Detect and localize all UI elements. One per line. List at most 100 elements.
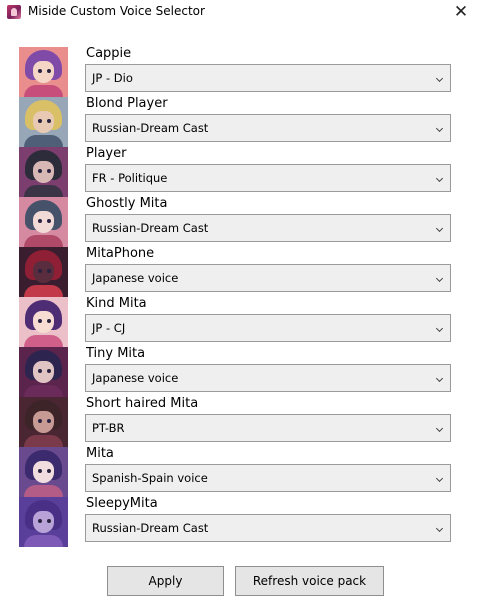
- character-name: MitaPhone: [86, 246, 155, 261]
- chevron-down-icon: [435, 424, 444, 433]
- title-bar: Miside Custom Voice Selector ✕: [0, 0, 478, 24]
- app-icon: [7, 5, 21, 19]
- avatar-body: [24, 535, 63, 547]
- chevron-down-icon: [435, 74, 444, 83]
- voice-dropdown-value: Russian-Dream Cast: [92, 521, 209, 535]
- chevron-down-icon: [435, 474, 444, 483]
- avatar-eye: [38, 69, 42, 73]
- chevron-down-icon: [435, 374, 444, 383]
- character-row: Ghostly Mita Russian-Dream Cast: [0, 196, 478, 247]
- avatar-face: [33, 211, 54, 233]
- voice-dropdown[interactable]: JP - Dio: [85, 64, 451, 92]
- avatar-body: [24, 185, 63, 197]
- avatar-body: [24, 335, 63, 347]
- avatar-body: [24, 235, 63, 247]
- avatar-eye: [47, 469, 51, 473]
- avatar-body: [24, 85, 63, 97]
- chevron-down-icon: [435, 124, 444, 133]
- chevron-down-icon: [435, 174, 444, 183]
- character-row: Mita Spanish-Spain voice: [0, 446, 478, 497]
- voice-dropdown[interactable]: Russian-Dream Cast: [85, 114, 451, 142]
- character-name: Tiny Mita: [86, 346, 146, 361]
- avatar-face: [33, 61, 54, 83]
- character-avatar: [19, 447, 68, 497]
- avatar-eye: [38, 519, 42, 523]
- character-row: SleepyMita Russian-Dream Cast: [0, 496, 478, 547]
- avatar-eye: [38, 169, 42, 173]
- avatar-eye: [47, 219, 51, 223]
- avatar-body: [24, 285, 63, 297]
- avatar-eye: [38, 369, 42, 373]
- avatar-face: [33, 261, 54, 283]
- voice-dropdown[interactable]: Russian-Dream Cast: [85, 514, 451, 542]
- voice-dropdown-value: FR - Politique: [92, 171, 168, 185]
- avatar-eye: [47, 319, 51, 323]
- voice-dropdown-value: JP - Dio: [92, 71, 133, 85]
- character-row: Player FR - Politique: [0, 146, 478, 197]
- avatar-body: [24, 435, 63, 447]
- avatar-face: [33, 111, 54, 133]
- character-name: Mita: [86, 446, 114, 461]
- character-avatar: [19, 297, 68, 347]
- window-title: Miside Custom Voice Selector: [28, 4, 205, 18]
- voice-dropdown-value: Spanish-Spain voice: [92, 471, 208, 485]
- character-row: Tiny Mita Japanese voice: [0, 346, 478, 397]
- character-avatar: [19, 497, 68, 547]
- avatar-face: [33, 411, 54, 433]
- character-name: Ghostly Mita: [86, 196, 168, 211]
- voice-dropdown-value: Russian-Dream Cast: [92, 221, 209, 235]
- avatar-eye: [38, 469, 42, 473]
- avatar-face: [33, 511, 54, 533]
- voice-dropdown[interactable]: JP - CJ: [85, 314, 451, 342]
- avatar-eye: [47, 119, 51, 123]
- avatar-face: [33, 311, 54, 333]
- character-row: Cappie JP - Dio: [0, 46, 478, 97]
- character-avatar: [19, 47, 68, 97]
- voice-dropdown[interactable]: FR - Politique: [85, 164, 451, 192]
- voice-dropdown[interactable]: Spanish-Spain voice: [85, 464, 451, 492]
- avatar-body: [24, 135, 63, 147]
- voice-dropdown-value: Japanese voice: [92, 271, 179, 285]
- avatar-eye: [47, 419, 51, 423]
- chevron-down-icon: [435, 324, 444, 333]
- character-avatar: [19, 247, 68, 297]
- character-name: Short haired Mita: [86, 396, 199, 411]
- avatar-face: [33, 361, 54, 383]
- character-name: Kind Mita: [86, 296, 147, 311]
- character-avatar: [19, 197, 68, 247]
- voice-dropdown[interactable]: PT-BR: [85, 414, 451, 442]
- character-avatar: [19, 147, 68, 197]
- avatar-face: [33, 161, 54, 183]
- voice-dropdown[interactable]: Russian-Dream Cast: [85, 214, 451, 242]
- avatar-eye: [38, 219, 42, 223]
- voice-dropdown[interactable]: Japanese voice: [85, 364, 451, 392]
- avatar-eye: [38, 119, 42, 123]
- apply-button[interactable]: Apply: [107, 566, 224, 596]
- avatar-eye: [38, 269, 42, 273]
- character-name: Cappie: [86, 46, 132, 61]
- avatar-eye: [47, 69, 51, 73]
- character-row: Short haired Mita PT-BR: [0, 396, 478, 447]
- voice-dropdown-value: PT-BR: [92, 421, 125, 435]
- character-row: Blond Player Russian-Dream Cast: [0, 96, 478, 147]
- avatar-face: [33, 461, 54, 483]
- chevron-down-icon: [435, 274, 444, 283]
- close-button[interactable]: ✕: [444, 0, 478, 24]
- character-name: Player: [86, 146, 127, 161]
- character-name: Blond Player: [86, 96, 168, 111]
- avatar-eye: [47, 269, 51, 273]
- avatar-eye: [47, 369, 51, 373]
- chevron-down-icon: [435, 524, 444, 533]
- character-row: MitaPhone Japanese voice: [0, 246, 478, 297]
- avatar-eye: [38, 319, 42, 323]
- character-name: SleepyMita: [86, 496, 158, 511]
- avatar-eye: [47, 519, 51, 523]
- voice-dropdown-value: Russian-Dream Cast: [92, 121, 209, 135]
- chevron-down-icon: [435, 224, 444, 233]
- avatar-body: [24, 385, 63, 397]
- avatar-body: [24, 485, 63, 497]
- refresh-voice-pack-button[interactable]: Refresh voice pack: [235, 566, 384, 596]
- voice-dropdown-value: JP - CJ: [92, 321, 126, 335]
- voice-dropdown-value: Japanese voice: [92, 371, 179, 385]
- voice-dropdown[interactable]: Japanese voice: [85, 264, 451, 292]
